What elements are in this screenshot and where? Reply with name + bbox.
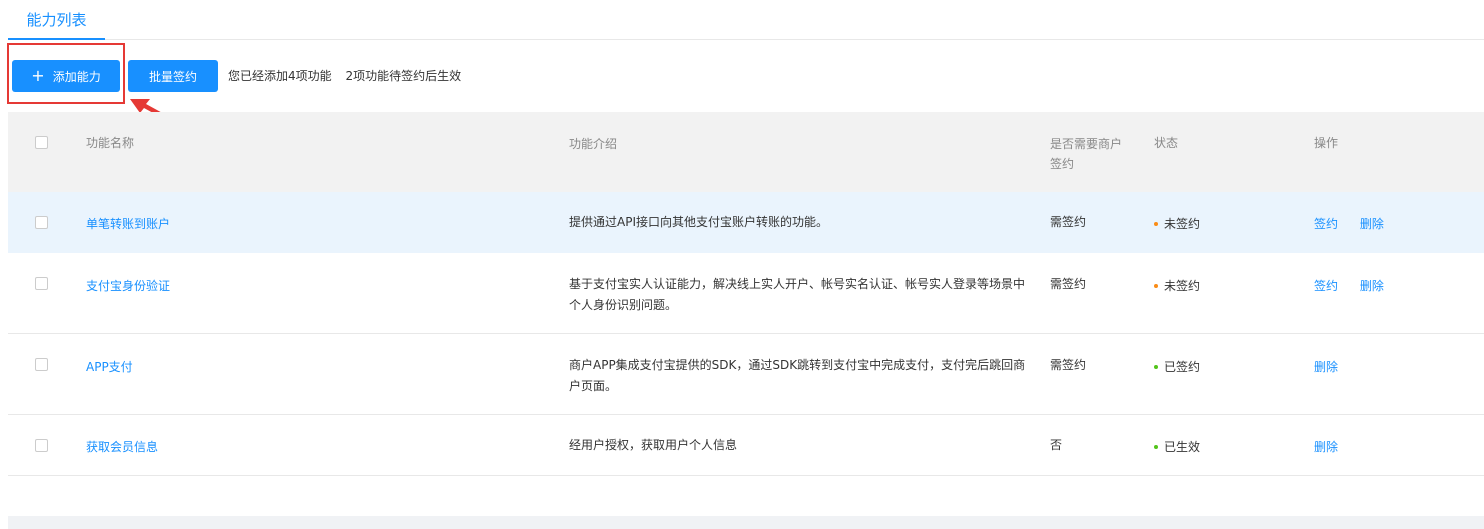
status-text: 已签约 bbox=[1164, 360, 1201, 374]
capability-name-link[interactable]: 获取会员信息 bbox=[86, 438, 158, 455]
table-header: 功能名称 功能介绍 是否需要商户 签约 状态 操作 bbox=[8, 112, 1484, 192]
row-actions: 删除 bbox=[1314, 438, 1356, 455]
capability-name-link[interactable]: 单笔转账到账户 bbox=[86, 215, 170, 232]
header-status: 状态 bbox=[1154, 136, 1179, 150]
pending-count-text: 2项功能待签约后生效 bbox=[345, 69, 462, 83]
capability-name-link[interactable]: APP支付 bbox=[86, 358, 133, 375]
table-row: 获取会员信息 经用户授权，获取用户个人信息 否 已生效 删除 bbox=[8, 415, 1484, 476]
row-checkbox[interactable] bbox=[35, 216, 48, 229]
capability-name-link[interactable]: 支付宝身份验证 bbox=[86, 277, 170, 294]
annotation-highlight-box bbox=[7, 43, 125, 104]
need-sign-value: 需签约 bbox=[1050, 277, 1087, 291]
batch-sign-label: 批量签约 bbox=[148, 69, 197, 84]
sign-link[interactable]: 签约 bbox=[1314, 279, 1338, 293]
capability-desc: 商户APP集成支付宝提供的SDK，通过SDK跳转到支付宝中完成支付，支付完后跳回… bbox=[569, 358, 1026, 393]
header-desc: 功能介绍 bbox=[569, 137, 618, 151]
status-dot-icon bbox=[1154, 444, 1158, 449]
delete-link[interactable]: 删除 bbox=[1360, 279, 1384, 293]
batch-sign-button[interactable]: 批量签约 bbox=[128, 60, 218, 92]
delete-link[interactable]: 删除 bbox=[1314, 360, 1338, 374]
delete-link[interactable]: 删除 bbox=[1360, 217, 1384, 231]
tab-bar: 能力列表 bbox=[8, 0, 1484, 40]
table-row: 支付宝身份验证 基于支付宝实人认证能力，解决线上实人开户、帐号实名认证、帐号实人… bbox=[8, 253, 1484, 334]
status-dot-icon bbox=[1154, 283, 1158, 288]
status-text: 已生效 bbox=[1164, 440, 1201, 454]
header-name: 功能名称 bbox=[86, 136, 135, 150]
row-checkbox[interactable] bbox=[35, 439, 48, 452]
status-badge: 已生效 bbox=[1154, 438, 1200, 455]
select-all-checkbox[interactable] bbox=[35, 136, 48, 149]
status-dot-icon bbox=[1154, 221, 1158, 226]
status-badge: 已签约 bbox=[1154, 358, 1200, 375]
row-checkbox[interactable] bbox=[35, 358, 48, 371]
row-actions: 签约 删除 bbox=[1314, 277, 1402, 294]
row-checkbox[interactable] bbox=[35, 277, 48, 290]
capability-table: 功能名称 功能介绍 是否需要商户 签约 状态 操作 单笔转账到账户 提供通过AP… bbox=[8, 112, 1484, 476]
table-row: 单笔转账到账户 提供通过API接口向其他支付宝账户转账的功能。 需签约 未签约 … bbox=[8, 192, 1484, 253]
header-need-sign-line1: 是否需要商户 bbox=[1050, 137, 1123, 151]
row-actions: 签约 删除 bbox=[1314, 215, 1402, 232]
need-sign-value: 需签约 bbox=[1050, 358, 1087, 372]
table-row: APP支付 商户APP集成支付宝提供的SDK，通过SDK跳转到支付宝中完成支付，… bbox=[8, 334, 1484, 415]
capability-list-page: 能力列表 + 添加能力 批量签约 您已经添加4项功能 2项功能待签约后生效 功能… bbox=[0, 0, 1484, 529]
header-need-sign: 是否需要商户 签约 bbox=[1050, 134, 1130, 174]
footer-bar bbox=[8, 516, 1484, 529]
added-count-text: 您已经添加4项功能 bbox=[228, 69, 332, 83]
header-need-sign-line2: 签约 bbox=[1050, 157, 1075, 171]
toolbar-info: 您已经添加4项功能 2项功能待签约后生效 bbox=[228, 60, 461, 92]
capability-desc: 提供通过API接口向其他支付宝账户转账的功能。 bbox=[569, 215, 828, 229]
status-badge: 未签约 bbox=[1154, 215, 1200, 232]
capability-desc: 基于支付宝实人认证能力，解决线上实人开户、帐号实名认证、帐号实人登录等场景中个人… bbox=[569, 277, 1026, 312]
status-text: 未签约 bbox=[1164, 279, 1201, 293]
row-actions: 删除 bbox=[1314, 358, 1356, 375]
capability-desc: 经用户授权，获取用户个人信息 bbox=[569, 438, 738, 452]
need-sign-value: 需签约 bbox=[1050, 215, 1087, 229]
tab-capability-list[interactable]: 能力列表 bbox=[8, 0, 105, 40]
status-badge: 未签约 bbox=[1154, 277, 1200, 294]
sign-link[interactable]: 签约 bbox=[1314, 217, 1338, 231]
need-sign-value: 否 bbox=[1050, 438, 1063, 452]
delete-link[interactable]: 删除 bbox=[1314, 440, 1338, 454]
header-ops: 操作 bbox=[1314, 136, 1339, 150]
status-text: 未签约 bbox=[1164, 217, 1201, 231]
status-dot-icon bbox=[1154, 364, 1158, 369]
